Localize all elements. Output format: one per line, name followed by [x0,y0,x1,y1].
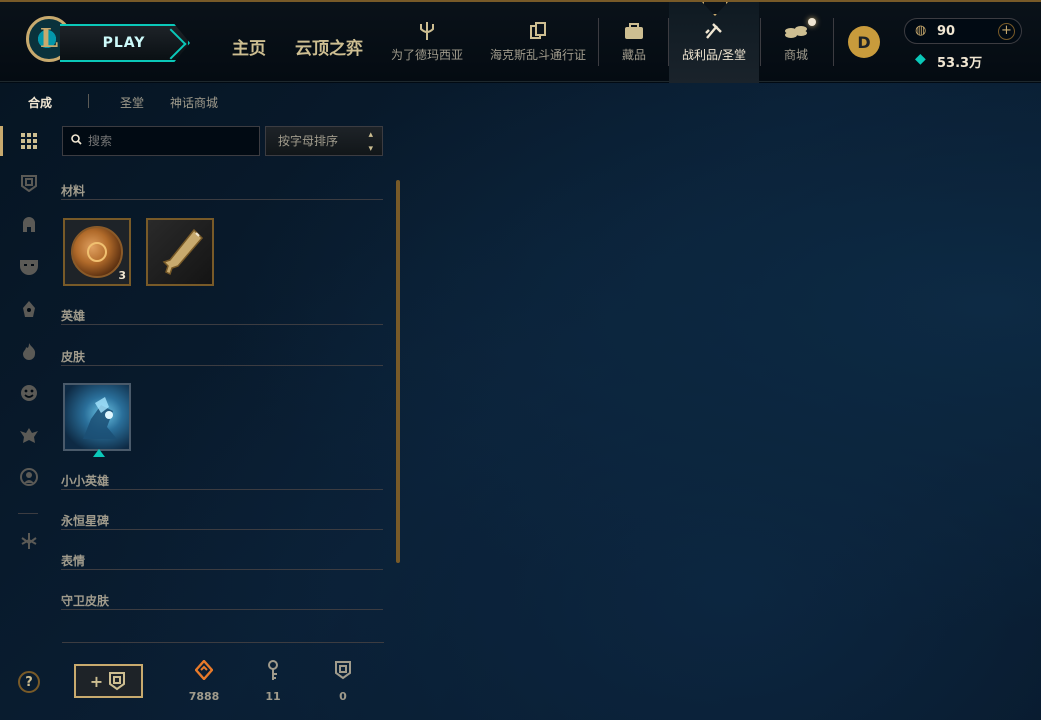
subtab-divider [88,94,89,108]
sidebar-divider [18,513,38,514]
loot-icon [703,16,725,46]
rp-icon: ◍ [915,23,927,38]
filter-skin-icon[interactable] [18,256,40,278]
filter-emote-icon[interactable] [18,382,40,404]
top-navigation-bar: L PLAY 主页 云顶之弈 为了德玛西亚 海克斯乱斗通行证 藏品 战利品/圣堂… [0,0,1041,83]
nav-demacia[interactable]: 为了德玛西亚 [388,16,466,82]
nav-home[interactable]: 主页 [232,34,266,59]
filter-all-icon[interactable] [18,130,40,152]
chest-icon [109,672,126,691]
cards-icon [528,16,548,46]
material-key-tile[interactable] [146,218,214,286]
sort-dropdown[interactable]: 按字母排序 ▴ ▾ [265,126,383,156]
section-materials: 材料 [61,180,383,200]
add-label: + [89,671,104,691]
orange-essence-currency: 7888 [179,659,229,703]
profile-badge-icon[interactable]: D [848,26,880,58]
section-title: 守卫皮肤 [61,594,110,608]
subtab-sanctum[interactable]: 圣堂 [120,94,144,111]
notification-dot [808,18,816,26]
nav-loot[interactable]: 战利品/圣堂 [672,16,756,82]
profile-badge-letter: D [857,32,871,52]
nav-tft[interactable]: 云顶之弈 [295,34,363,59]
sort-label: 按字母排序 [278,134,339,148]
hextech-key-icon [162,228,204,276]
token-icon [71,226,123,278]
buy-rp-button[interactable]: + [998,23,1015,40]
filter-other-icon[interactable] [18,530,40,552]
section-title: 英雄 [61,309,86,323]
nav-hextech-pass-label: 海克斯乱斗通行证 [489,48,586,62]
loot-scrollbar[interactable] [396,180,400,563]
search-box [62,126,260,156]
coins-icon [783,16,809,46]
section-title: 皮肤 [61,350,86,364]
section-ward-skins: 守卫皮肤 [61,590,383,610]
skin-shard-tile[interactable] [63,383,131,457]
nav-store-label: 商城 [783,48,808,62]
search-input[interactable] [88,134,248,148]
section-eternals: 永恒星碑 [61,510,383,530]
blue-essence-value: 53.3万 [937,56,983,71]
key-fragment-currency: 11 [248,660,298,703]
logo-letter: L [39,24,59,54]
section-title: 永恒星碑 [61,514,110,528]
nav-hextech-pass[interactable]: 海克斯乱斗通行证 [487,16,589,82]
orange-essence-icon [194,659,214,684]
bottom-divider [62,642,384,643]
section-skins: 皮肤 [61,346,383,366]
skin-tier-marker-icon [93,449,105,457]
filter-eternals-icon[interactable] [18,340,40,362]
subtab-mythic-shop[interactable]: 神话商城 [170,94,218,111]
play-label: PLAY [102,35,146,51]
filter-ward-icon[interactable] [18,424,40,446]
search-icon [71,134,82,148]
nav-store[interactable]: 商城 [776,16,816,82]
rp-balance[interactable]: ◍ 90 + [904,18,1022,44]
chest-count-value: 0 [339,690,347,703]
add-chest-button[interactable]: + [74,664,143,698]
main-background [0,83,1041,720]
filter-champion-icon[interactable] [18,214,40,236]
item-count: 3 [118,269,126,282]
nav-divider [598,18,599,66]
nav-loot-label: 战利品/圣堂 [681,48,747,62]
nav-divider [833,18,834,66]
section-champions: 英雄 [61,305,383,325]
bag-icon [623,16,645,46]
section-title: 表情 [61,554,86,568]
nav-collection-label: 藏品 [621,48,646,62]
key-fragment-icon [266,660,280,684]
trident-icon [417,16,437,46]
section-tft-little-legends: 小小英雄 [61,470,383,490]
section-emotes: 表情 [61,550,383,570]
filter-chest-icon[interactable] [18,172,40,194]
filter-little-legend-icon[interactable] [18,298,40,320]
play-button[interactable]: PLAY [60,24,190,62]
sort-arrows-icon: ▴ ▾ [368,130,373,154]
skin-art-icon [83,397,117,439]
rp-value: 90 [937,24,956,39]
active-indicator [0,126,3,156]
material-token-tile[interactable]: 3 [63,218,131,286]
nav-divider [760,18,761,66]
nav-collection[interactable]: 藏品 [612,16,656,82]
help-button[interactable]: ? [18,671,40,693]
section-title: 小小英雄 [61,474,110,488]
nav-demacia-label: 为了德玛西亚 [390,48,463,62]
key-fragment-value: 11 [265,690,281,703]
chest-icon [334,660,352,684]
filter-icon-icon[interactable] [18,466,40,488]
section-title: 材料 [61,184,86,198]
blue-essence-icon: ◆ [915,51,926,67]
orange-essence-value: 7888 [188,690,220,703]
subtab-crafting[interactable]: 合成 [28,94,52,111]
help-label: ? [25,674,33,690]
chest-currency: 0 [318,660,368,703]
